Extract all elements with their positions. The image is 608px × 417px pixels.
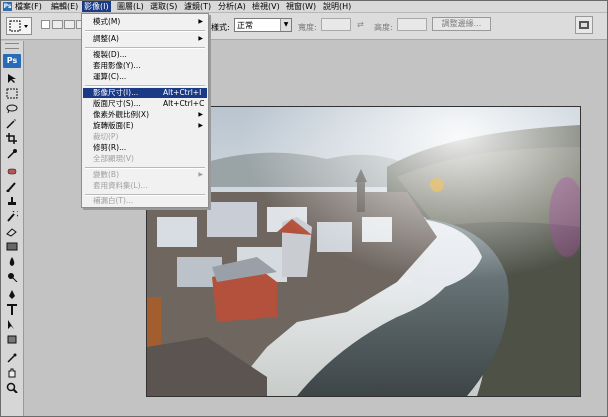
style-label: 樣式: [211,23,230,32]
width-label: 寬度: [298,23,317,32]
hand-tool-icon[interactable] [6,367,18,378]
menu-separator [85,30,205,32]
healing-brush-icon[interactable] [6,166,18,177]
pen-tool-icon[interactable] [6,289,18,300]
menu-item-trap: 補漏白(T)... [93,196,134,205]
marquee-tool-icon[interactable] [6,88,18,99]
toolbox-grip[interactable] [5,43,19,49]
history-brush-icon[interactable] [6,211,18,222]
eraser-tool-icon[interactable] [6,226,18,237]
menu-item-image-size[interactable]: 影像尺寸(I)... Alt+Ctrl+I [83,88,207,98]
menu-image[interactable]: 影像(I) [82,1,111,12]
width-input[interactable] [321,18,351,31]
shape-tool-icon[interactable] [6,334,18,345]
menu-filter[interactable]: 濾鏡(T) [182,1,213,12]
submenu-arrow-icon: ▶ [198,171,203,178]
menu-select[interactable]: 選取(S) [148,1,179,12]
refine-edge-button[interactable]: 調整邊緣... [432,17,491,31]
menu-separator [85,167,205,169]
menu-item-apply-data-set: 套用資料集(L)... [93,181,148,190]
menu-item-apply-image[interactable]: 套用影像(Y)... [83,61,207,71]
subtract-selection-icon[interactable] [64,20,75,29]
add-selection-icon[interactable] [52,20,63,29]
rect-marquee-icon [9,20,28,32]
lasso-tool-icon[interactable] [6,103,18,114]
menu-file[interactable]: 檔案(F) [13,1,44,12]
swap-icon[interactable]: ⇄ [357,20,364,29]
menu-item-mode[interactable]: 模式(M) ▶ [83,17,207,27]
type-tool-icon[interactable] [6,304,18,315]
menu-edit[interactable]: 編輯(E) [49,1,80,12]
workspace-button[interactable] [575,16,593,34]
menu-window[interactable]: 視窗(W) [284,1,318,12]
menu-bar: Ps 檔案(F) 編輯(E) 影像(I) 圖層(L) 選取(S) 濾鏡(T) 分… [1,1,607,13]
notes-tool-icon[interactable] [6,352,18,363]
submenu-arrow-icon: ▶ [198,35,203,42]
menu-item-canvas-size[interactable]: 版面尺寸(S)... Alt+Ctrl+C [83,99,207,109]
submenu-arrow-icon: ▶ [198,122,203,129]
style-select[interactable]: 正常 ▼ [234,18,292,32]
menu-item-crop: 裁切(P) [93,132,119,141]
photoshop-window: Ps 檔案(F) 編輯(E) 影像(I) 圖層(L) 選取(S) 濾鏡(T) 分… [0,0,608,417]
blur-tool-icon[interactable] [6,256,18,267]
town-photo [147,107,580,396]
menu-item-duplicate[interactable]: 複製(D)... [83,50,207,60]
submenu-arrow-icon: ▶ [198,18,203,25]
menu-item-pixel-aspect-ratio[interactable]: 像素外觀比例(X) ▶ [83,110,207,120]
path-selection-icon[interactable] [6,319,18,330]
document-image[interactable] [146,106,581,397]
eyedropper-tool-icon[interactable] [6,148,18,159]
menu-item-adjustments[interactable]: 調整(A) ▶ [83,34,207,44]
crop-tool-icon[interactable] [6,133,18,144]
menu-help[interactable]: 說明(H) [321,1,353,12]
menu-item-reveal-all: 全部顯現(V) [93,154,134,163]
brush-tool-icon[interactable] [6,181,18,192]
app-icon: Ps [3,2,12,11]
ps-logo: Ps [3,54,21,68]
gradient-tool-icon[interactable] [6,241,18,252]
workspace-icon [579,21,589,29]
marquee-preset-button[interactable] [6,17,32,35]
menu-analysis[interactable]: 分析(A) [216,1,248,12]
clone-stamp-icon[interactable] [6,196,18,207]
menu-view[interactable]: 檢視(V) [250,1,282,12]
height-label: 高度: [374,23,393,32]
new-selection-icon[interactable] [41,20,50,29]
menu-item-variables: 變數(B) ▶ [93,170,203,179]
submenu-arrow-icon: ▶ [198,111,203,118]
image-menu-dropdown: 模式(M) ▶ 調整(A) ▶ 複製(D)... 套用影像(Y)... 運算(C).… [81,13,209,208]
menu-separator [85,47,205,49]
menu-separator [85,85,205,87]
dodge-tool-icon[interactable] [6,271,18,282]
move-tool-icon[interactable] [6,73,18,84]
magic-wand-icon[interactable] [6,118,18,129]
menu-item-calculations[interactable]: 運算(C)... [83,72,207,82]
menu-layer[interactable]: 圖層(L) [115,1,146,12]
tools-panel: Ps [1,41,24,416]
height-input[interactable] [397,18,427,31]
zoom-tool-icon[interactable] [6,382,18,393]
menu-item-trim[interactable]: 修剪(R)... [83,143,207,153]
chevron-down-icon: ▼ [280,19,291,31]
menu-item-rotate-canvas[interactable]: 旋轉版面(E) ▶ [83,121,207,131]
